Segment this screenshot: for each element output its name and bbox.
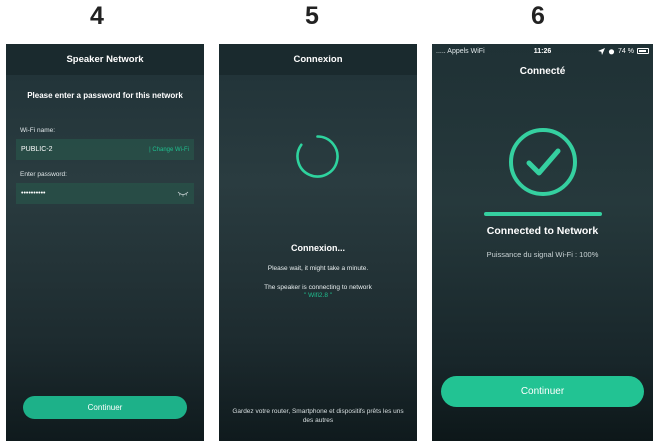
screen-header: Connexion xyxy=(219,44,417,75)
battery-icon xyxy=(637,48,649,54)
alarm-icon xyxy=(608,48,615,54)
carrier-text: ..... Appels WiFi xyxy=(436,47,485,55)
loading-spinner-icon xyxy=(296,135,339,178)
password-field[interactable]: •••••••••• xyxy=(16,183,194,204)
password-value[interactable]: •••••••••• xyxy=(21,190,177,197)
status-bar: ..... Appels WiFi 11:26 74 % xyxy=(432,44,653,58)
wait-message: Please wait, it might take a minute. xyxy=(267,265,369,272)
success-check-icon xyxy=(509,128,577,196)
connected-screen: ..... Appels WiFi 11:26 74 % Connecté Co… xyxy=(432,44,653,441)
connected-heading: Connected to Network xyxy=(486,225,599,237)
step-number-4: 4 xyxy=(90,2,104,30)
battery-percent: 74 % xyxy=(618,47,634,55)
wifi-name-value: PUBLIC-2 xyxy=(21,146,53,153)
footer-hint: Gardez votre router, Smartphone et dispo… xyxy=(232,408,404,424)
step-number-5: 5 xyxy=(305,2,319,30)
eye-closed-icon[interactable] xyxy=(177,191,189,197)
speaker-network-screen: Speaker Network Please enter a password … xyxy=(6,44,204,441)
location-arrow-icon xyxy=(598,47,606,55)
status-right: 74 % xyxy=(578,47,649,55)
network-ssid: " Wifi2.8 " xyxy=(303,292,333,299)
signal-strength-text: Puissance du signal Wi-Fi : 100% xyxy=(486,250,599,259)
connecting-message: The speaker is connecting to network xyxy=(264,284,372,291)
clock: 11:26 xyxy=(533,47,552,55)
password-prompt: Please enter a password for this network xyxy=(27,91,183,100)
connecting-heading: Connexion... xyxy=(291,243,345,253)
change-wifi-link[interactable]: | Change Wi-Fi xyxy=(149,147,189,153)
connecting-screen: Connexion Connexion... Please wait, it m… xyxy=(219,44,417,441)
continue-button[interactable]: Continuer xyxy=(23,396,187,419)
screen-header: Speaker Network xyxy=(6,44,204,75)
network-ssid-line: " Wifi2.8 " xyxy=(219,292,417,299)
signal-strength-fill xyxy=(484,212,602,216)
password-label: Enter password: xyxy=(20,171,67,178)
continue-button[interactable]: Continuer xyxy=(441,376,644,407)
signal-strength-bar xyxy=(484,212,602,216)
screen-header: Connecté xyxy=(519,66,566,77)
wifi-name-label: Wi-Fi name: xyxy=(20,127,56,134)
wifi-name-field: PUBLIC-2 | Change Wi-Fi xyxy=(16,139,194,160)
step-number-6: 6 xyxy=(531,2,545,30)
